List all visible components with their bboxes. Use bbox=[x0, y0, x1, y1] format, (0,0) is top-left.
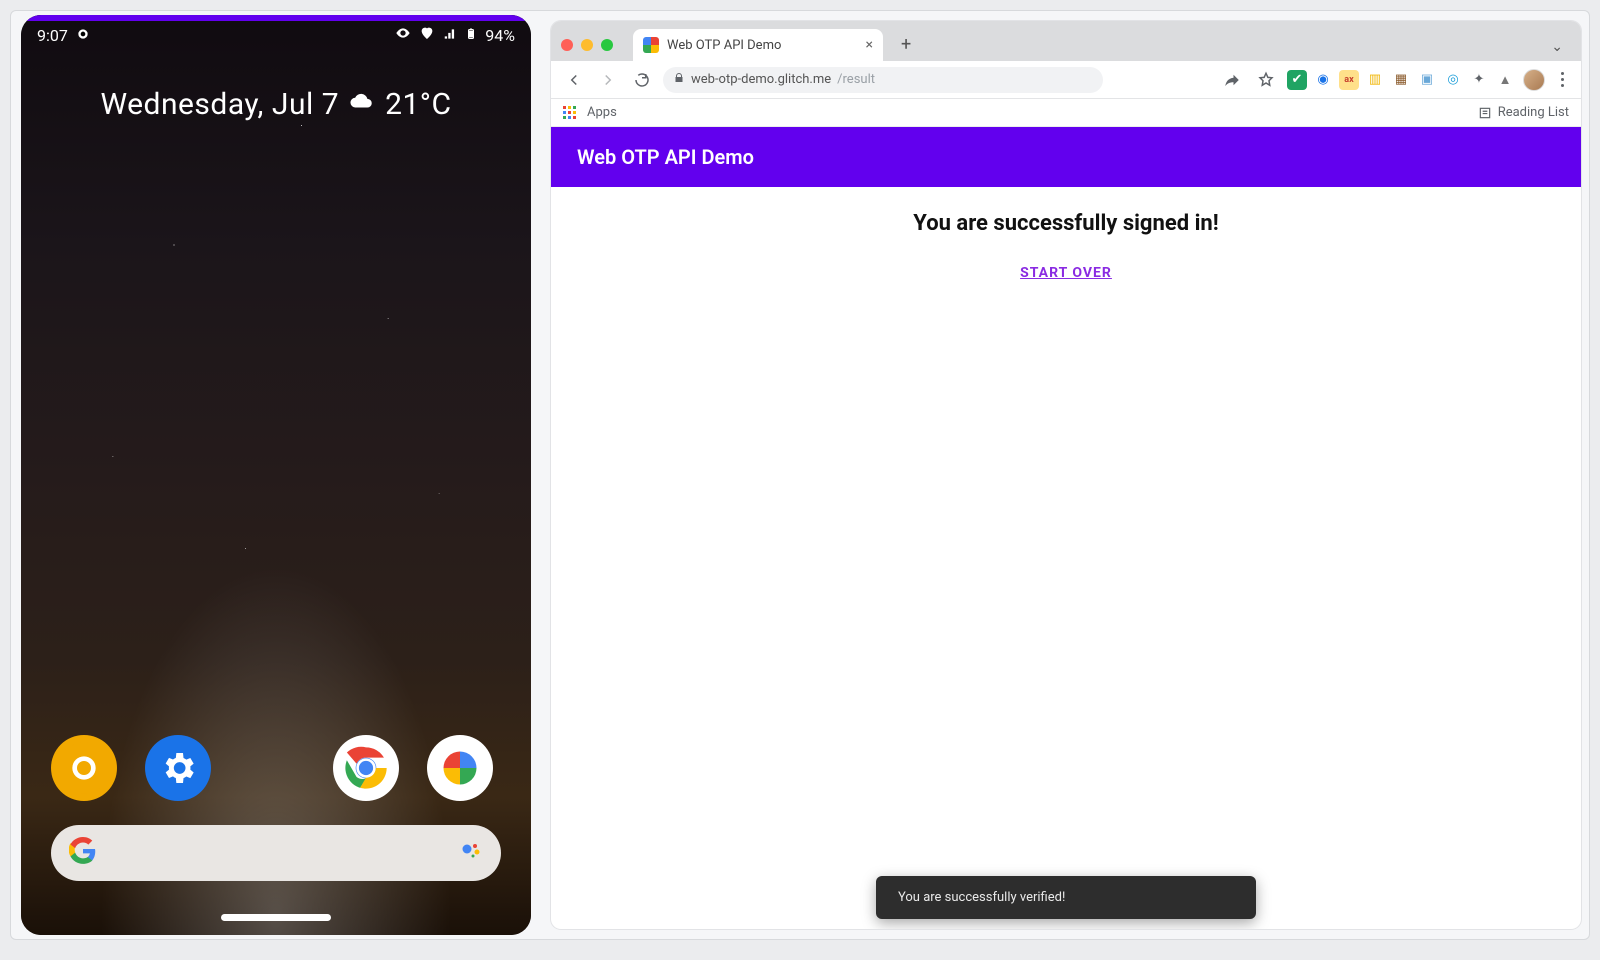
gesture-bar[interactable] bbox=[221, 914, 331, 921]
widget-date: Wednesday, Jul 7 bbox=[100, 87, 339, 122]
address-bar[interactable]: web-otp-demo.glitch.me/result bbox=[663, 67, 1103, 93]
tab-favicon-icon bbox=[643, 37, 659, 53]
start-over-link[interactable]: START OVER bbox=[1020, 265, 1112, 281]
android-phone: 9:07 94% Wednesday, Jul 7 21° bbox=[21, 15, 531, 935]
new-tab-button[interactable]: + bbox=[893, 34, 919, 61]
assistant-icon[interactable] bbox=[459, 839, 483, 867]
ext-icon-2[interactable]: ◉ bbox=[1313, 70, 1333, 90]
ext-icon-5[interactable]: ▦ bbox=[1391, 70, 1411, 90]
photos-icon[interactable] bbox=[427, 735, 493, 801]
chrome-menu-button[interactable] bbox=[1553, 72, 1571, 87]
traffic-light-close[interactable] bbox=[561, 39, 573, 51]
extensions: ✔ ◉ ax ▥ ▦ ▣ ◎ ✦ ▲ bbox=[1287, 70, 1515, 90]
tab-active[interactable]: Web OTP API Demo × bbox=[633, 29, 883, 61]
google-g-icon bbox=[69, 837, 97, 869]
toolbar: web-otp-demo.glitch.me/result ✔ ◉ ax ▥ ▦… bbox=[551, 61, 1581, 99]
traffic-light-max[interactable] bbox=[601, 39, 613, 51]
extensions-puzzle-icon[interactable]: ✦ bbox=[1469, 70, 1489, 90]
battery-icon bbox=[465, 26, 477, 45]
lock-icon bbox=[673, 72, 685, 88]
back-button[interactable] bbox=[561, 67, 587, 93]
ext-icon-3[interactable]: ax bbox=[1339, 70, 1359, 90]
phone-wallpaper: 9:07 94% Wednesday, Jul 7 21° bbox=[21, 15, 531, 935]
reading-list-button[interactable]: Reading List bbox=[1478, 105, 1569, 120]
url-path: /result bbox=[837, 72, 875, 87]
snackbar-text: You are successfully verified! bbox=[898, 890, 1065, 905]
profile-avatar[interactable] bbox=[1523, 69, 1545, 91]
home-widget[interactable]: Wednesday, Jul 7 21°C bbox=[21, 87, 531, 122]
forward-button[interactable] bbox=[595, 67, 621, 93]
ext-icon-4[interactable]: ▥ bbox=[1365, 70, 1385, 90]
page-header: Web OTP API Demo bbox=[551, 127, 1581, 187]
chrome-icon[interactable] bbox=[333, 735, 399, 801]
tab-strip: Web OTP API Demo × + ⌄ bbox=[551, 21, 1581, 61]
share-button[interactable] bbox=[1219, 67, 1245, 93]
dock-empty-slot bbox=[239, 735, 305, 801]
reload-button[interactable] bbox=[629, 67, 655, 93]
bookmarks-bar: Apps Reading List bbox=[551, 99, 1581, 127]
ext-icon-6[interactable]: ▣ bbox=[1417, 70, 1437, 90]
tab-overflow-icon[interactable]: ⌄ bbox=[1543, 39, 1571, 61]
page-title: Web OTP API Demo bbox=[577, 145, 754, 169]
reading-list-label: Reading List bbox=[1498, 105, 1569, 120]
notification-dot-icon bbox=[76, 26, 90, 45]
url-host: web-otp-demo.glitch.me bbox=[691, 72, 831, 87]
google-search-bar[interactable] bbox=[51, 825, 501, 881]
page-body: You are successfully signed in! START OV… bbox=[551, 187, 1581, 305]
traffic-light-min[interactable] bbox=[581, 39, 593, 51]
chrome-canary-icon[interactable] bbox=[51, 735, 117, 801]
ext-icon-9[interactable]: ▲ bbox=[1495, 70, 1515, 90]
ext-icon-7[interactable]: ◎ bbox=[1443, 70, 1463, 90]
settings-icon[interactable] bbox=[145, 735, 211, 801]
apps-label[interactable]: Apps bbox=[587, 105, 617, 120]
window-controls bbox=[561, 39, 613, 51]
phone-accent-bar bbox=[21, 15, 531, 21]
weather-cloud-icon bbox=[349, 87, 375, 122]
wifi-icon bbox=[419, 25, 435, 45]
status-battery-text: 94% bbox=[485, 26, 515, 45]
tab-title: Web OTP API Demo bbox=[667, 38, 781, 53]
home-dock bbox=[51, 735, 493, 801]
tab-close-icon[interactable]: × bbox=[866, 37, 873, 53]
bookmark-star-icon[interactable] bbox=[1253, 67, 1279, 93]
snackbar: You are successfully verified! bbox=[876, 876, 1256, 919]
apps-grid-icon[interactable] bbox=[563, 106, 577, 120]
chrome-window: Web OTP API Demo × + ⌄ web-otp-demo.glit… bbox=[551, 21, 1581, 929]
signal-icon bbox=[443, 26, 457, 45]
ext-icon-1[interactable]: ✔ bbox=[1287, 70, 1307, 90]
eye-icon bbox=[395, 25, 411, 45]
status-time: 9:07 bbox=[37, 26, 68, 45]
status-bar: 9:07 94% bbox=[21, 25, 531, 45]
page-heading: You are successfully signed in! bbox=[551, 211, 1581, 236]
widget-temp: 21°C bbox=[385, 87, 451, 122]
